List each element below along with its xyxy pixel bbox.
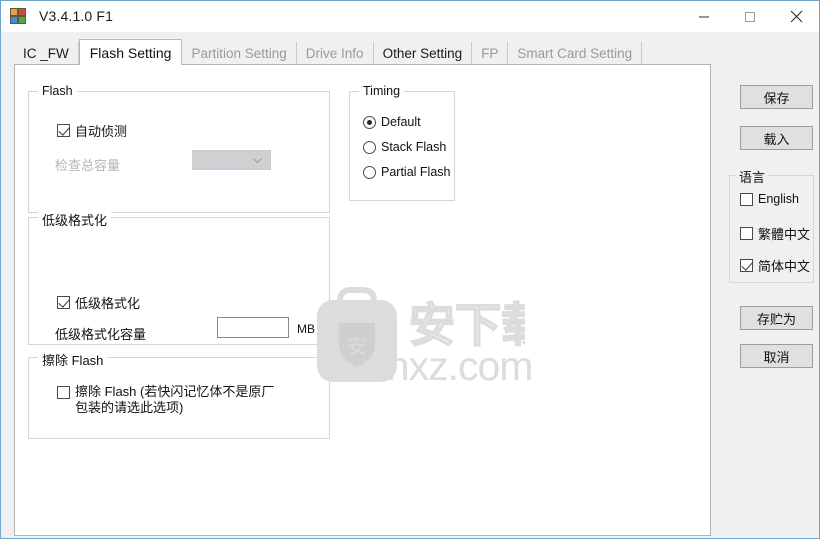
watermark-chinese: 安下载 — [409, 299, 525, 351]
minimize-button[interactable] — [681, 1, 727, 32]
save-as-button[interactable]: 存贮为 — [740, 306, 813, 330]
checkbox-box[interactable] — [740, 227, 753, 240]
erase-flash-group: 擦除 Flash 擦除 Flash (若快闪记忆体不是原厂包装的请选此选项) — [28, 350, 330, 439]
erase-flash-checkbox[interactable]: 擦除 Flash (若快闪记忆体不是原厂包装的请选此选项) — [57, 384, 281, 416]
low-level-format-label: 低级格式化 — [75, 296, 141, 311]
radio-default[interactable]: Default — [363, 115, 421, 129]
tab-partition-setting[interactable]: Partition Setting — [182, 42, 297, 64]
load-button[interactable]: 载入 — [740, 126, 813, 150]
checkbox-box[interactable] — [740, 259, 753, 272]
erase-flash-label: 擦除 Flash (若快闪记忆体不是原厂包装的请选此选项) — [75, 384, 275, 415]
language-english-label: English — [758, 192, 799, 206]
tab-smart-card-setting[interactable]: Smart Card Setting — [508, 42, 643, 64]
tab-fp[interactable]: FP — [472, 42, 509, 64]
tab-flash-setting[interactable]: Flash Setting — [78, 39, 183, 65]
checkbox-box[interactable] — [740, 192, 753, 206]
low-level-format-legend: 低级格式化 — [38, 210, 112, 229]
radio-stack-flash-label: Stack Flash — [381, 140, 447, 154]
watermark: 安 安下载 anxz.com — [313, 279, 549, 389]
checkbox-box[interactable] — [57, 296, 70, 309]
language-group-legend: 语言 — [736, 167, 769, 186]
auto-detect-checkbox[interactable]: 自动侦测 — [57, 121, 127, 140]
auto-detect-label: 自动侦测 — [75, 124, 128, 139]
radio-button[interactable] — [363, 140, 376, 154]
language-group: 语言 English 繁體中文 简体中文 — [729, 167, 814, 283]
capacity-combobox[interactable] — [192, 150, 271, 170]
low-level-format-checkbox[interactable]: 低级格式化 — [57, 293, 140, 312]
language-simplified-chinese-label: 简体中文 — [758, 259, 811, 274]
tab-ic-fw[interactable]: IC _FW — [14, 42, 79, 64]
timing-group-legend: Timing — [359, 84, 405, 98]
timing-group: Timing Default Stack Flash Partial Flash — [349, 84, 455, 201]
low-level-format-group: 低级格式化 低级格式化 低级格式化容量 MB — [28, 210, 330, 345]
window-title: V3.4.1.0 F1 — [39, 8, 114, 24]
low-level-format-capacity-label: 低级格式化容量 — [55, 327, 147, 342]
language-traditional-chinese-label: 繁體中文 — [758, 227, 811, 242]
checkbox-box[interactable] — [57, 386, 70, 399]
title-bar: V3.4.1.0 F1 — [1, 1, 819, 32]
close-button[interactable] — [773, 1, 819, 32]
watermark-domain: anxz.com — [365, 343, 533, 389]
window-controls — [681, 1, 819, 32]
chevron-down-icon — [253, 157, 262, 163]
app-window: { "window": { "title": "V3.4.1.0 F1", "i… — [0, 0, 820, 539]
erase-flash-legend: 擦除 Flash — [38, 350, 108, 369]
checkbox-box[interactable] — [57, 124, 70, 137]
tab-drive-info[interactable]: Drive Info — [297, 42, 374, 64]
app-blocks-icon — [10, 7, 27, 25]
radio-button[interactable] — [363, 165, 376, 179]
cancel-button[interactable]: 取消 — [740, 344, 813, 368]
check-capacity-label: 检查总容量 — [55, 158, 121, 173]
low-level-format-capacity-input[interactable] — [217, 317, 289, 338]
radio-stack-flash[interactable]: Stack Flash — [363, 140, 446, 154]
radio-button[interactable] — [363, 115, 376, 129]
radio-partial-flash[interactable]: Partial Flash — [363, 165, 450, 179]
save-button[interactable]: 保存 — [740, 85, 813, 109]
language-english-checkbox[interactable]: English — [740, 192, 799, 206]
watermark-logo-char: 安 — [347, 335, 367, 358]
tab-other-setting[interactable]: Other Setting — [374, 42, 473, 64]
language-simplified-chinese-checkbox[interactable]: 简体中文 — [740, 256, 810, 275]
watermark-logo-icon: 安 安下载 — [317, 287, 549, 382]
maximize-button[interactable] — [727, 1, 773, 32]
tab-bar: IC _FW Flash Setting Partition Setting D… — [14, 39, 643, 65]
flash-group: Flash 自动侦测 检查总容量 — [28, 84, 330, 213]
radio-partial-flash-label: Partial Flash — [381, 165, 451, 179]
language-traditional-chinese-checkbox[interactable]: 繁體中文 — [740, 224, 810, 243]
capacity-unit-label: MB — [297, 322, 315, 336]
radio-default-label: Default — [381, 115, 421, 129]
flash-group-legend: Flash — [38, 84, 77, 98]
tab-content-panel: Flash 自动侦测 检查总容量 Timing Default Stack Fl… — [14, 64, 711, 536]
